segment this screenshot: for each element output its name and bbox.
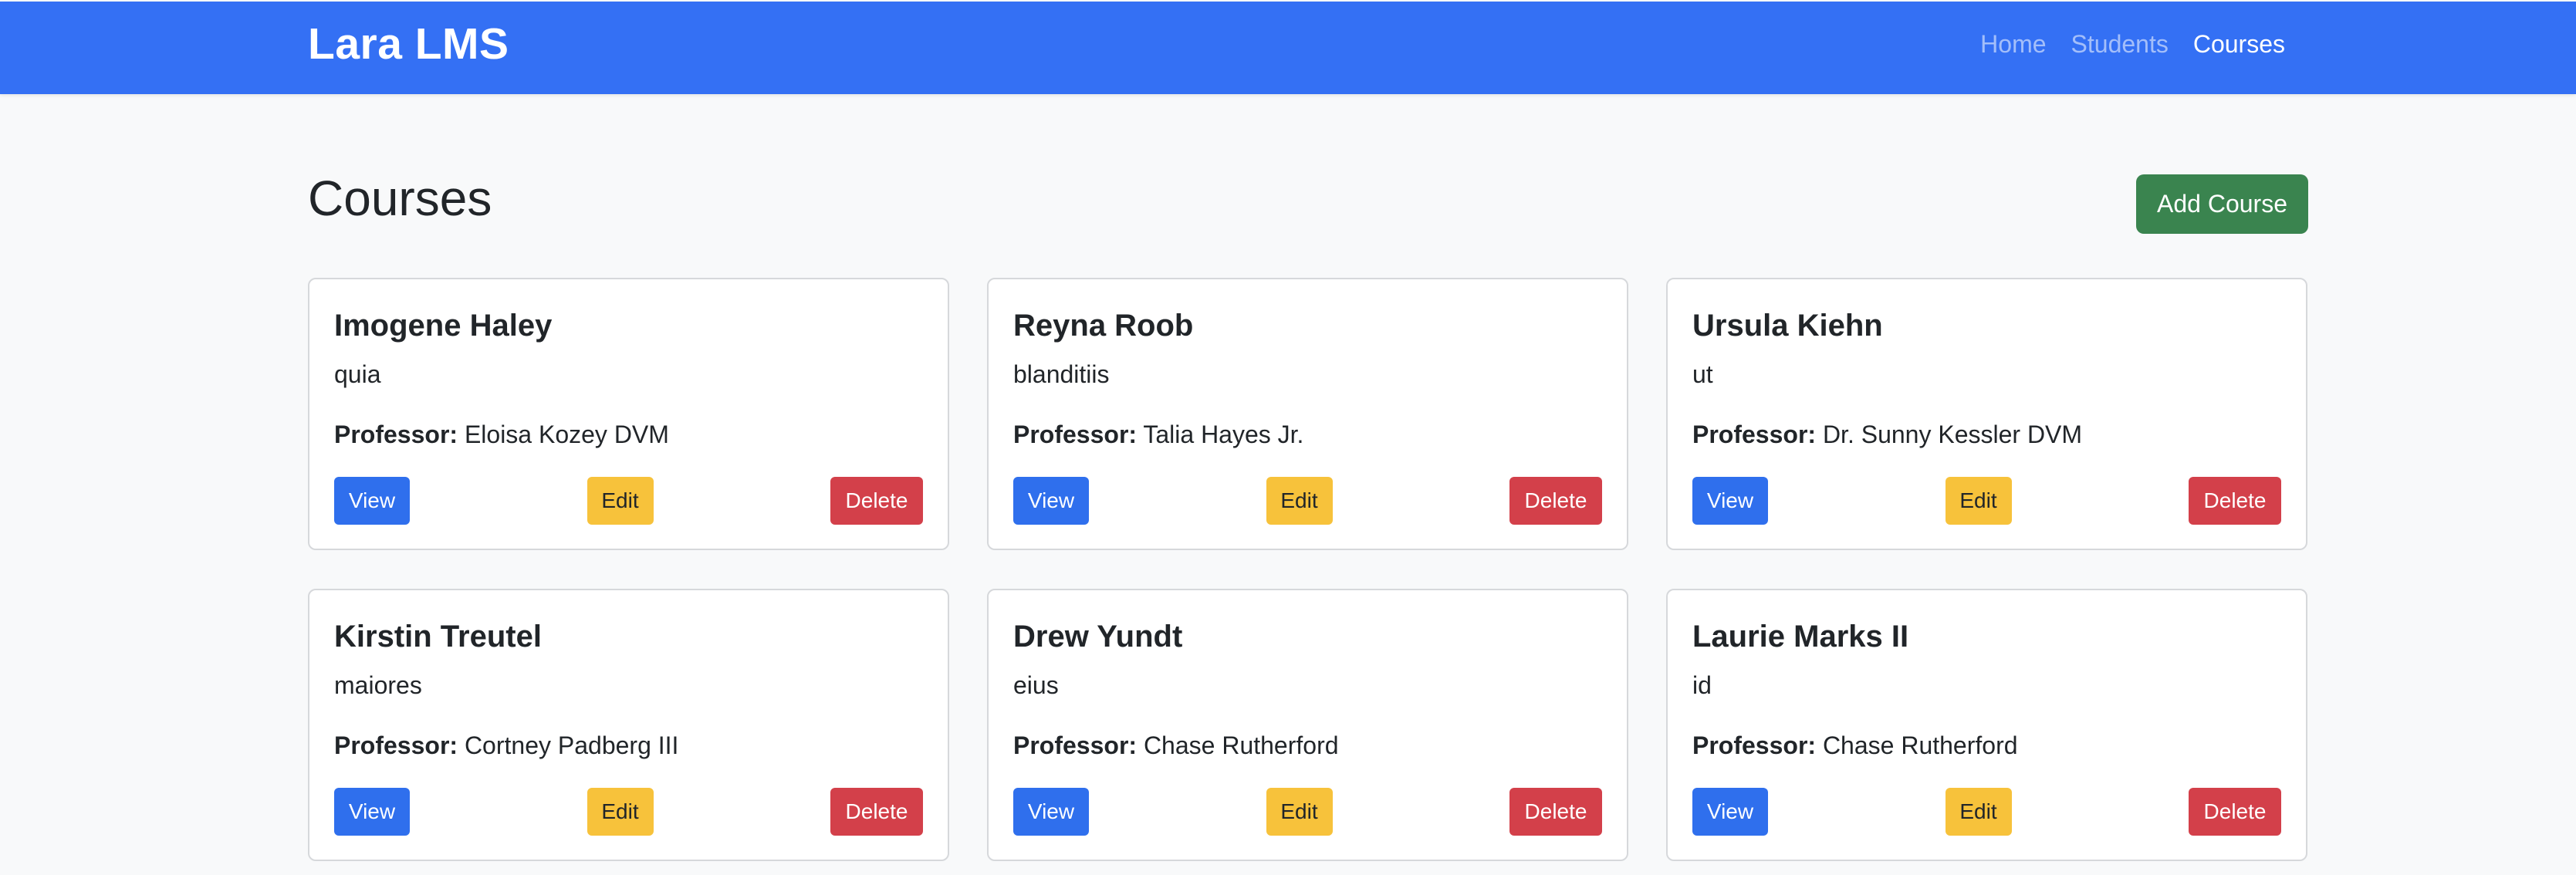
course-professor: Professor: Dr. Sunny Kessler DVM [1692, 417, 2281, 452]
course-description: quia [334, 360, 381, 388]
professor-name: Chase Rutherford [1143, 731, 1339, 759]
professor-name: Eloisa Kozey DVM [464, 421, 669, 448]
professor-name: Dr. Sunny Kessler DVM [1822, 421, 2083, 448]
nav-link-students[interactable]: Students [2059, 30, 2181, 59]
course-description: ut [1692, 360, 1713, 388]
professor-name: Talia Hayes Jr. [1143, 421, 1304, 448]
course-title: Reyna Roob [1013, 309, 1194, 343]
course-card: Drew Yundt eius Professor: Chase Rutherf… [987, 589, 1628, 861]
course-card: Reyna Roob blanditiis Professor: Talia H… [987, 278, 1628, 550]
edit-button[interactable]: Edit [587, 477, 654, 525]
professor-name: Chase Rutherford [1822, 731, 2018, 759]
course-professor: Professor: Chase Rutherford [1692, 728, 2281, 763]
course-title: Kirstin Treutel [334, 620, 542, 654]
nav-link-courses[interactable]: Courses [2181, 30, 2297, 59]
edit-button[interactable]: Edit [1266, 788, 1333, 836]
delete-button[interactable]: Delete [2189, 788, 2281, 836]
professor-label: Professor: [334, 421, 458, 448]
course-description: blanditiis [1013, 360, 1110, 388]
professor-label: Professor: [1013, 421, 1138, 448]
course-title: Ursula Kiehn [1692, 309, 1883, 343]
card-actions: View Edit Delete [1692, 477, 2281, 525]
view-button[interactable]: View [1692, 477, 1768, 525]
card-actions: View Edit Delete [1692, 788, 2281, 836]
professor-label: Professor: [334, 731, 458, 759]
delete-button[interactable]: Delete [830, 788, 923, 836]
course-grid: Imogene Haley quia Professor: Eloisa Koz… [308, 278, 2308, 861]
course-description: maiores [334, 671, 422, 699]
course-description: eius [1013, 671, 1059, 699]
professor-label: Professor: [1013, 731, 1138, 759]
course-title: Imogene Haley [334, 309, 553, 343]
course-professor: Professor: Talia Hayes Jr. [1013, 417, 1602, 452]
edit-button[interactable]: Edit [1945, 788, 2012, 836]
view-button[interactable]: View [334, 788, 410, 836]
view-button[interactable]: View [1013, 477, 1089, 525]
professor-name: Cortney Padberg III [464, 731, 679, 759]
course-professor: Professor: Chase Rutherford [1013, 728, 1602, 763]
course-title: Drew Yundt [1013, 620, 1183, 654]
professor-label: Professor: [1692, 421, 1817, 448]
delete-button[interactable]: Delete [1509, 788, 1602, 836]
card-actions: View Edit Delete [1013, 788, 1602, 836]
card-actions: View Edit Delete [334, 788, 923, 836]
course-card: Laurie Marks II id Professor: Chase Ruth… [1666, 589, 2307, 861]
course-professor: Professor: Eloisa Kozey DVM [334, 417, 923, 452]
course-card: Imogene Haley quia Professor: Eloisa Koz… [308, 278, 949, 550]
delete-button[interactable]: Delete [830, 477, 923, 525]
card-actions: View Edit Delete [1013, 477, 1602, 525]
edit-button[interactable]: Edit [1266, 477, 1333, 525]
view-button[interactable]: View [1692, 788, 1768, 836]
view-button[interactable]: View [1013, 788, 1089, 836]
card-actions: View Edit Delete [334, 477, 923, 525]
add-course-button[interactable]: Add Course [2136, 174, 2308, 234]
brand-logo[interactable]: Lara LMS [308, 2, 509, 86]
course-professor: Professor: Cortney Padberg III [334, 728, 923, 763]
page-title: Courses [308, 171, 492, 226]
delete-button[interactable]: Delete [1509, 477, 1602, 525]
nav-links: Home Students Courses [1968, 2, 2297, 86]
course-card: Kirstin Treutel maiores Professor: Cortn… [308, 589, 949, 861]
course-description: id [1692, 671, 1712, 699]
course-card: Ursula Kiehn ut Professor: Dr. Sunny Kes… [1666, 278, 2307, 550]
professor-label: Professor: [1692, 731, 1817, 759]
view-button[interactable]: View [334, 477, 410, 525]
nav-link-home[interactable]: Home [1968, 30, 2058, 59]
course-title: Laurie Marks II [1692, 620, 1909, 654]
edit-button[interactable]: Edit [1945, 477, 2012, 525]
top-navbar: Lara LMS Home Students Courses [0, 2, 2576, 94]
delete-button[interactable]: Delete [2189, 477, 2281, 525]
edit-button[interactable]: Edit [587, 788, 654, 836]
